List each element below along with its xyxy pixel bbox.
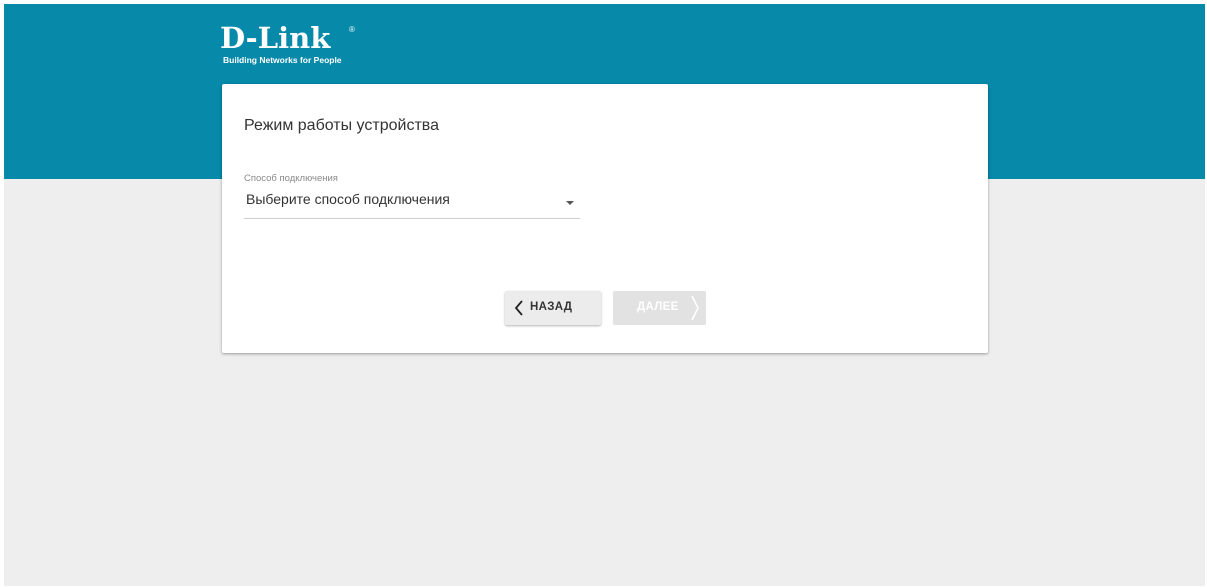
back-button[interactable]: НАЗАД [505,291,601,325]
chevron-right-icon [690,295,700,324]
logo-tagline: Building Networks for People [223,55,342,65]
wizard-card: Режим работы устройства Способ подключен… [222,84,988,353]
page-title: Режим работы устройства [244,117,439,134]
page-background: D-Link ® Building Networks for People Ре… [4,4,1205,586]
logo-registered-mark: ® [349,25,355,34]
dlink-logo[interactable]: D-Link ® Building Networks for People [220,21,355,65]
next-button-label: ДАЛЕЕ [637,301,679,313]
next-button[interactable]: ДАЛЕЕ [613,291,706,325]
connection-method-label: Способ подключения [244,173,338,184]
back-button-label: НАЗАД [530,301,573,313]
connection-method-value: Выберите способ подключения [246,191,450,207]
chevron-left-icon [514,300,524,319]
caret-down-icon [566,201,574,205]
connection-method-select[interactable]: Выберите способ подключения [244,188,580,219]
logo-wordmark: D-Link [220,21,331,55]
